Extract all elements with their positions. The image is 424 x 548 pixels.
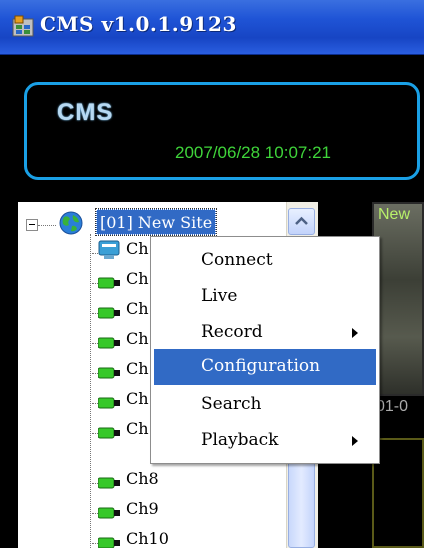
- camera-icon: [98, 337, 120, 349]
- video-site-title: New: [378, 206, 411, 223]
- channel-label: Ch: [126, 299, 149, 318]
- channel-label: Ch10: [126, 529, 169, 548]
- channel-screen-icon: [98, 240, 120, 259]
- video-timestamp: 01-0: [376, 398, 409, 415]
- menu-item-label: Record: [201, 322, 263, 342]
- menu-item-playback[interactable]: Playback: [154, 423, 376, 459]
- camera-icon: [98, 427, 120, 439]
- menu-item-connect[interactable]: Connect: [154, 243, 376, 279]
- menu-item-label: Live: [201, 286, 238, 306]
- menu-item-label: Playback: [201, 430, 279, 450]
- menu-item-label: Search: [201, 394, 262, 414]
- camera-icon: [98, 477, 120, 489]
- camera-icon: [98, 277, 120, 289]
- channel-label: Ch8: [126, 469, 159, 488]
- chevron-up-icon: [295, 216, 308, 225]
- menu-item-search[interactable]: Search: [154, 387, 376, 423]
- channel-label: Ch: [126, 269, 149, 288]
- submenu-arrow-icon: [352, 436, 358, 446]
- menu-item-record[interactable]: Record: [154, 315, 376, 351]
- globe-icon: [59, 211, 83, 235]
- camera-icon: [98, 397, 120, 409]
- channel-label: Ch: [126, 329, 149, 348]
- cms-logo: CMS: [57, 99, 114, 126]
- submenu-arrow-icon: [352, 328, 358, 338]
- channel-label: Ch: [126, 239, 149, 258]
- channel-label: Ch: [126, 359, 149, 378]
- menu-item-label: Connect: [201, 250, 273, 270]
- menu-item-label: Configuration: [201, 356, 321, 376]
- menu-item-configuration[interactable]: Configuration: [154, 349, 376, 385]
- header-panel: CMS 2007/06/28 10:07:21: [24, 82, 420, 180]
- cms-app-icon: [12, 15, 34, 37]
- menu-item-live[interactable]: Live: [154, 279, 376, 315]
- camera-icon: [98, 307, 120, 319]
- datetime-display: 2007/06/28 10:07:21: [175, 143, 331, 162]
- camera-icon: [98, 507, 120, 519]
- camera-icon: [98, 367, 120, 379]
- channel-label: Ch: [126, 389, 149, 408]
- tree-site-item[interactable]: [01] New Site: [94, 208, 218, 236]
- scroll-up-button[interactable]: [288, 208, 315, 235]
- camera-icon: [98, 537, 120, 548]
- collapse-icon[interactable]: [26, 219, 38, 231]
- window-title: CMS v1.0.1.9123: [40, 12, 237, 36]
- context-menu: Connect Live Record Configuration Search…: [150, 236, 380, 464]
- title-bar[interactable]: CMS v1.0.1.9123: [0, 0, 424, 55]
- channel-label: Ch: [126, 419, 149, 438]
- channel-label: Ch9: [126, 499, 159, 518]
